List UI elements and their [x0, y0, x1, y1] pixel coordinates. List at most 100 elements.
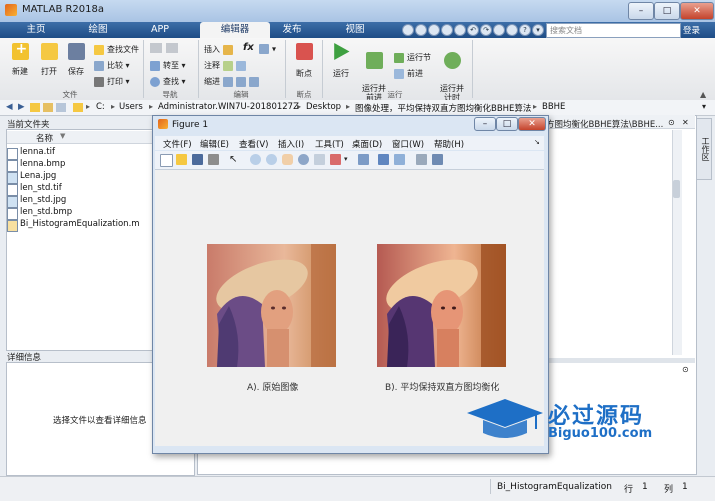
brush-dropdown-icon[interactable]: ▾ [344, 155, 348, 163]
list-item[interactable]: len_std.tif [7, 183, 62, 196]
goto-button[interactable]: 转至 ▾ [150, 60, 186, 71]
panel-close-icon[interactable]: ✕ [682, 118, 689, 127]
figure-minimize-button[interactable]: – [474, 117, 496, 131]
quick-access-icon[interactable] [441, 24, 453, 36]
forward-nav-icon[interactable] [166, 43, 178, 53]
open-button[interactable]: 打开 [37, 43, 61, 77]
login-link[interactable]: 登录 [683, 24, 700, 36]
figure-maximize-button[interactable]: □ [496, 117, 518, 131]
insert-button[interactable]: 插入 [204, 44, 236, 55]
menu-desktop[interactable]: 桌面(D) [352, 138, 382, 150]
list-item[interactable]: lenna.bmp [7, 159, 65, 172]
close-button[interactable]: ✕ [680, 2, 714, 20]
wrap-icon [235, 60, 246, 71]
tab-apps[interactable]: APP [136, 22, 184, 38]
open-file-icon[interactable] [176, 154, 187, 165]
breadcrumb-users[interactable]: Users [119, 102, 143, 112]
zoom-in-icon[interactable] [250, 154, 261, 165]
breadcrumb-bbhe[interactable]: BBHE [542, 102, 565, 112]
address-dropdown-icon[interactable]: ▾ [702, 102, 706, 111]
tab-editor[interactable]: 编辑器 [200, 22, 270, 38]
scrollbar[interactable] [672, 130, 682, 355]
show-tools-icon[interactable] [432, 154, 443, 165]
print-button[interactable]: 打印 ▾ [94, 76, 130, 87]
find-files-button[interactable]: 查找文件 [94, 44, 139, 55]
link-plot-icon[interactable] [358, 154, 369, 165]
back-arrow-icon[interactable]: ◀ [6, 102, 13, 112]
save-figure-icon[interactable] [192, 154, 203, 165]
back-nav-icon[interactable] [150, 43, 162, 53]
quick-access-icon[interactable] [493, 24, 505, 36]
new-figure-icon[interactable] [160, 154, 173, 167]
arrow-cursor-icon[interactable]: ↖ [229, 154, 240, 165]
breadcrumb-project[interactable]: 图像处理，平均保持双直方图均衡化BBHE算法 [355, 102, 531, 114]
image-file-icon [7, 172, 18, 184]
list-item[interactable]: Bi_HistogramEqualization.m [7, 219, 140, 232]
breadcrumb-c[interactable]: C: [96, 102, 105, 112]
legend-icon[interactable] [394, 154, 405, 165]
list-item[interactable]: lenna.tif [7, 147, 55, 160]
menu-help[interactable]: 帮助(H) [434, 138, 464, 150]
panel-menu-icon[interactable]: ⊙ [668, 118, 675, 127]
pan-hand-icon[interactable] [282, 154, 293, 165]
menu-tools[interactable]: 工具(T) [315, 138, 344, 150]
command-window-menu-icon[interactable]: ⊙ [682, 365, 689, 374]
collapse-ribbon-icon[interactable]: ▲ [700, 90, 706, 99]
tab-home[interactable]: 主页 [13, 22, 59, 38]
scrollbar-thumb[interactable] [673, 180, 680, 198]
minimize-button[interactable]: – [628, 2, 654, 20]
zoom-out-icon[interactable] [266, 154, 277, 165]
help-icon[interactable]: ? [519, 24, 531, 36]
search-icon [150, 76, 160, 87]
tab-publish[interactable]: 发布 [268, 22, 316, 38]
redo-icon[interactable]: ↷ [480, 24, 492, 36]
editor-path: 方图均衡化BBHE算法\BBHE... [546, 120, 664, 130]
menu-insert[interactable]: 插入(I) [278, 138, 304, 150]
list-item[interactable]: len_std.jpg [7, 195, 66, 208]
tab-plots[interactable]: 绘图 [72, 22, 124, 38]
function-menu-icon[interactable]: ▾ [259, 44, 276, 54]
menu-edit[interactable]: 编辑(E) [200, 138, 229, 150]
quick-access-icon[interactable] [454, 24, 466, 36]
dock-icon[interactable]: ↘ [534, 138, 540, 146]
search-input[interactable]: 搜索文档 [546, 23, 681, 38]
rotate-3d-icon[interactable] [298, 154, 309, 165]
colorbar-icon[interactable] [378, 154, 389, 165]
quick-access-icon[interactable] [402, 24, 414, 36]
list-item[interactable]: Lena.jpg [7, 171, 56, 184]
hide-tools-icon[interactable] [416, 154, 427, 165]
fx-icon[interactable]: fx [243, 42, 254, 53]
quick-access-icon[interactable] [415, 24, 427, 36]
up-folder-icon[interactable] [43, 103, 53, 112]
compare-button[interactable]: 比较 ▾ [94, 60, 130, 71]
maximize-button[interactable]: □ [654, 2, 680, 20]
save-button[interactable]: 保存 [64, 43, 88, 77]
brush-icon[interactable] [330, 154, 341, 165]
quick-access-icon[interactable] [506, 24, 518, 36]
breadcrumb-admin[interactable]: Administrator.WIN7U-20180127Z [158, 102, 299, 112]
indent-button[interactable]: 缩进 [204, 76, 262, 87]
quick-access-icon[interactable] [428, 24, 440, 36]
new-button[interactable]: + 新建 [8, 41, 32, 77]
advance-button[interactable]: 前进 [394, 68, 423, 79]
run-button[interactable]: 运行 [328, 43, 354, 79]
print-figure-icon[interactable] [208, 154, 219, 165]
tab-view[interactable]: 视图 [333, 22, 377, 38]
find-button[interactable]: 查找 ▾ [150, 76, 186, 87]
forward-arrow-icon[interactable]: ▶ [18, 102, 25, 112]
browse-folder-icon[interactable] [30, 103, 40, 112]
undo-icon[interactable]: ↶ [467, 24, 479, 36]
menu-window[interactable]: 窗口(W) [392, 138, 424, 150]
menu-view[interactable]: 查看(V) [239, 138, 268, 150]
dropdown-icon[interactable]: ▾ [532, 24, 544, 36]
data-cursor-icon[interactable] [314, 154, 325, 165]
comment-button[interactable]: 注释 [204, 60, 249, 71]
run-section-button[interactable]: 运行节 [394, 52, 431, 63]
list-item[interactable]: len_std.bmp [7, 207, 72, 220]
menu-file[interactable]: 文件(F) [163, 138, 192, 150]
browse-icon[interactable] [56, 103, 66, 112]
workspace-tab[interactable]: 工作区 [696, 118, 712, 180]
figure-close-button[interactable]: ✕ [518, 117, 546, 131]
breakpoints-button[interactable]: 断点 [291, 43, 317, 79]
breadcrumb-desktop[interactable]: Desktop [306, 102, 341, 112]
